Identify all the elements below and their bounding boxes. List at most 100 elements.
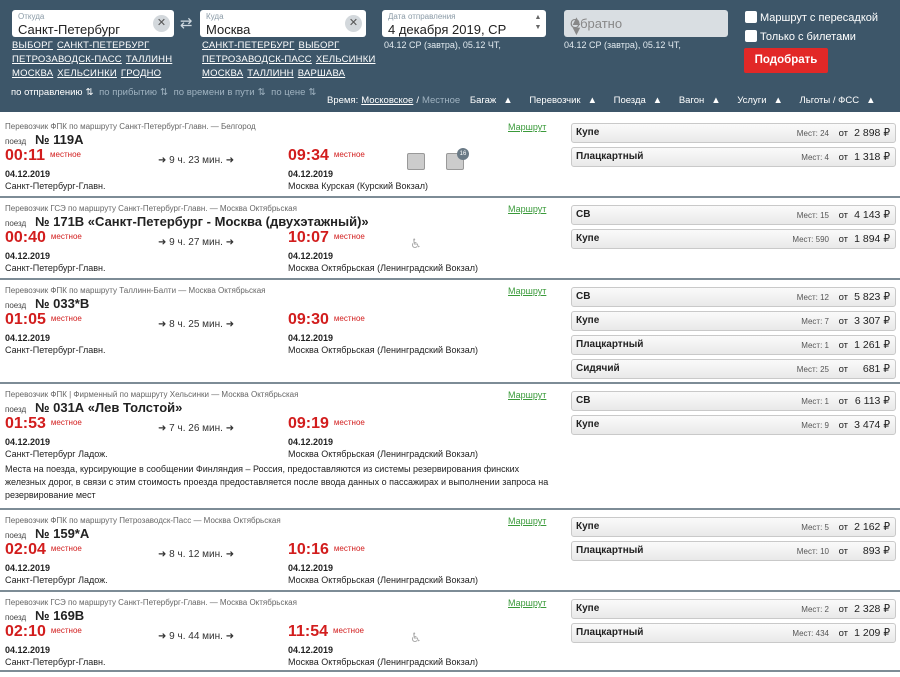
luggage-icon[interactable]	[407, 153, 425, 170]
filter-baggage[interactable]: Багаж ▲	[470, 95, 520, 106]
route-link[interactable]: Маршрут	[508, 122, 546, 132]
filter-benefits[interactable]: Льготы / ФСС ▲	[800, 95, 883, 106]
train-number[interactable]: № 033*В	[35, 296, 89, 311]
arrival-station[interactable]: Москва Октябрьская (Ленинградский Вокзал…	[288, 263, 478, 273]
train-car-icon[interactable]: 16	[446, 148, 469, 170]
from-link[interactable]: ВЫБОРГ	[12, 40, 53, 51]
fare-option[interactable]: СВ Мест: 12 от 5 823 ₽	[571, 287, 896, 307]
to-field[interactable]: Куда Москва ✕	[200, 10, 366, 37]
fare-option[interactable]: Плацкартный Мест: 10 от 893 ₽	[571, 541, 896, 561]
return-spinner-icon[interactable]: ▲ ▼	[570, 14, 583, 37]
fare-option[interactable]: Плацкартный Мест: 1 от 1 261 ₽	[571, 335, 896, 355]
route-link[interactable]: Маршрут	[508, 390, 546, 400]
search-button[interactable]: Подобрать	[744, 48, 828, 73]
time-moscow-option[interactable]: Московское	[361, 95, 413, 106]
filter-services[interactable]: Услуги ▲	[737, 95, 790, 106]
to-link[interactable]: ПЕТРОЗАВОДСК-ПАСС	[202, 54, 312, 65]
sort-by-travel-time[interactable]: по времени в пути	[174, 87, 255, 98]
departure-time-value: 01:05	[5, 311, 46, 328]
seats-count: 24	[820, 129, 829, 138]
arrival-station[interactable]: Москва Октябрьская (Ленинградский Вокзал…	[288, 575, 478, 585]
to-link[interactable]: МОСКВА	[202, 68, 243, 79]
car-class: Купе	[576, 233, 600, 244]
train-number[interactable]: № 031А «Лев Толстой»	[35, 400, 182, 415]
to-link[interactable]: ВЫБОРГ	[299, 40, 340, 51]
date-suggestions[interactable]: 04.12 СР (завтра), 05.12 ЧТ,	[384, 40, 501, 50]
to-link[interactable]: САНКТ-ПЕТЕРБУРГ	[202, 40, 295, 51]
to-link[interactable]: ХЕЛЬСИНКИ	[316, 54, 376, 65]
departure-station[interactable]: Санкт-Петербург Ладож.	[5, 575, 108, 585]
filter-carrier[interactable]: Перевозчик ▲	[529, 95, 604, 106]
to-input[interactable]: Москва	[206, 22, 250, 37]
departure-station[interactable]: Санкт-Петербург-Главн.	[5, 181, 105, 191]
return-date-field[interactable]: Обратно ▲ ▼	[564, 10, 728, 37]
fare-option[interactable]: Сидячий Мест: 25 от 681 ₽	[571, 359, 896, 379]
arrival-station[interactable]: Москва Октябрьская (Ленинградский Вокзал…	[288, 657, 478, 667]
clear-to-icon[interactable]: ✕	[345, 15, 362, 32]
departure-station[interactable]: Санкт-Петербург-Главн.	[5, 345, 105, 355]
fare-price: 681 ₽	[862, 363, 890, 375]
arrival-station[interactable]: Москва Курская (Курский Вокзал)	[288, 181, 428, 191]
seats-available: Мест: 5	[801, 523, 829, 532]
fare-option[interactable]: СВ Мест: 1 от 6 113 ₽	[571, 391, 896, 411]
from-link[interactable]: ТАЛЛИНН	[126, 54, 172, 65]
fare-option[interactable]: Купе Мест: 590 от 1 894 ₽	[571, 229, 896, 249]
to-link[interactable]: ТАЛЛИНН	[247, 68, 293, 79]
date-field[interactable]: Дата отправления 4 декабря 2019, СР ▲ ▼	[382, 10, 546, 37]
fare-option[interactable]: Купе Мест: 7 от 3 307 ₽	[571, 311, 896, 331]
tickets-only-checkbox[interactable]: Только с билетами	[745, 30, 856, 43]
route-link[interactable]: Маршрут	[508, 204, 546, 214]
train-number[interactable]: № 169В	[35, 608, 84, 623]
carrier-info: Перевозчик ГСЭ по маршруту Санкт-Петербу…	[5, 598, 297, 607]
train-number[interactable]: № 159*А	[35, 526, 89, 541]
fare-option[interactable]: Купе Мест: 5 от 2 162 ₽	[571, 517, 896, 537]
local-time-label: местное	[333, 314, 365, 323]
departure-station[interactable]: Санкт-Петербург-Главн.	[5, 657, 105, 667]
fare-option[interactable]: Плацкартный Мест: 434 от 1 209 ₽	[571, 623, 896, 643]
date-spinner-icon[interactable]: ▲ ▼	[534, 13, 542, 33]
from-link[interactable]: ГРОДНО	[121, 68, 161, 79]
departure-station[interactable]: Санкт-Петербург-Главн.	[5, 263, 105, 273]
from-link[interactable]: САНКТ-ПЕТЕРБУРГ	[57, 40, 150, 51]
date-input[interactable]: 4 декабря 2019, СР	[388, 22, 506, 37]
fare-option[interactable]: Плацкартный Мест: 4 от 1 318 ₽	[571, 147, 896, 167]
arrival-date: 04.12.2019	[288, 169, 334, 179]
train-number[interactable]: № 119А	[35, 132, 83, 147]
departure-date: 04.12.2019	[5, 333, 51, 343]
filter-train[interactable]: Поезда ▲	[614, 95, 670, 106]
to-link[interactable]: ВАРШАВА	[298, 68, 346, 79]
checkbox-icon[interactable]	[745, 30, 757, 42]
wheelchair-icon[interactable]: ♿	[410, 630, 422, 646]
fare-option[interactable]: Купе Мест: 2 от 2 328 ₽	[571, 599, 896, 619]
sort-by-arrival[interactable]: по прибытию	[99, 87, 157, 98]
car-class: СВ	[576, 291, 591, 302]
from-link[interactable]: МОСКВА	[12, 68, 53, 79]
fare-price: 3 307 ₽	[854, 315, 890, 327]
departure-station[interactable]: Санкт-Петербург Ладож.	[5, 449, 108, 459]
sort-by-price[interactable]: по цене	[271, 87, 305, 98]
checkbox-icon[interactable]	[745, 11, 757, 23]
clear-from-icon[interactable]: ✕	[153, 15, 170, 32]
transfer-checkbox[interactable]: Маршрут с пересадкой	[745, 11, 878, 24]
route-link[interactable]: Маршрут	[508, 516, 546, 526]
arrival-station[interactable]: Москва Октябрьская (Ленинградский Вокзал…	[288, 345, 478, 355]
arrival-station[interactable]: Москва Октябрьская (Ленинградский Вокзал…	[288, 449, 478, 459]
wheelchair-icon[interactable]: ♿	[410, 236, 422, 252]
return-date-suggestions[interactable]: 04.12 СР (завтра), 05.12 ЧТ,	[564, 40, 681, 50]
filter-car[interactable]: Вагон ▲	[679, 95, 728, 106]
train-number[interactable]: № 171В «Санкт-Петербург - Москва (двухэт…	[35, 214, 369, 229]
time-local-option[interactable]: Местное	[422, 95, 460, 106]
from-link[interactable]: ПЕТРОЗАВОДСК-ПАСС	[12, 54, 122, 65]
sort-by-departure[interactable]: по отправлению	[11, 87, 83, 98]
price-from-label: от	[838, 604, 848, 615]
from-field[interactable]: Откуда Санкт-Петербург ✕	[12, 10, 174, 37]
carrier-info: Перевозчик ГСЭ по маршруту Санкт-Петербу…	[5, 204, 297, 213]
fare-option[interactable]: Купе Мест: 9 от 3 474 ₽	[571, 415, 896, 435]
swap-icon[interactable]: ⇄	[180, 14, 193, 32]
from-link[interactable]: ХЕЛЬСИНКИ	[57, 68, 117, 79]
from-input[interactable]: Санкт-Петербург	[18, 22, 120, 37]
route-link[interactable]: Маршрут	[508, 598, 546, 608]
route-link[interactable]: Маршрут	[508, 286, 546, 296]
fare-option[interactable]: СВ Мест: 15 от 4 143 ₽	[571, 205, 896, 225]
fare-option[interactable]: Купе Мест: 24 от 2 898 ₽	[571, 123, 896, 143]
